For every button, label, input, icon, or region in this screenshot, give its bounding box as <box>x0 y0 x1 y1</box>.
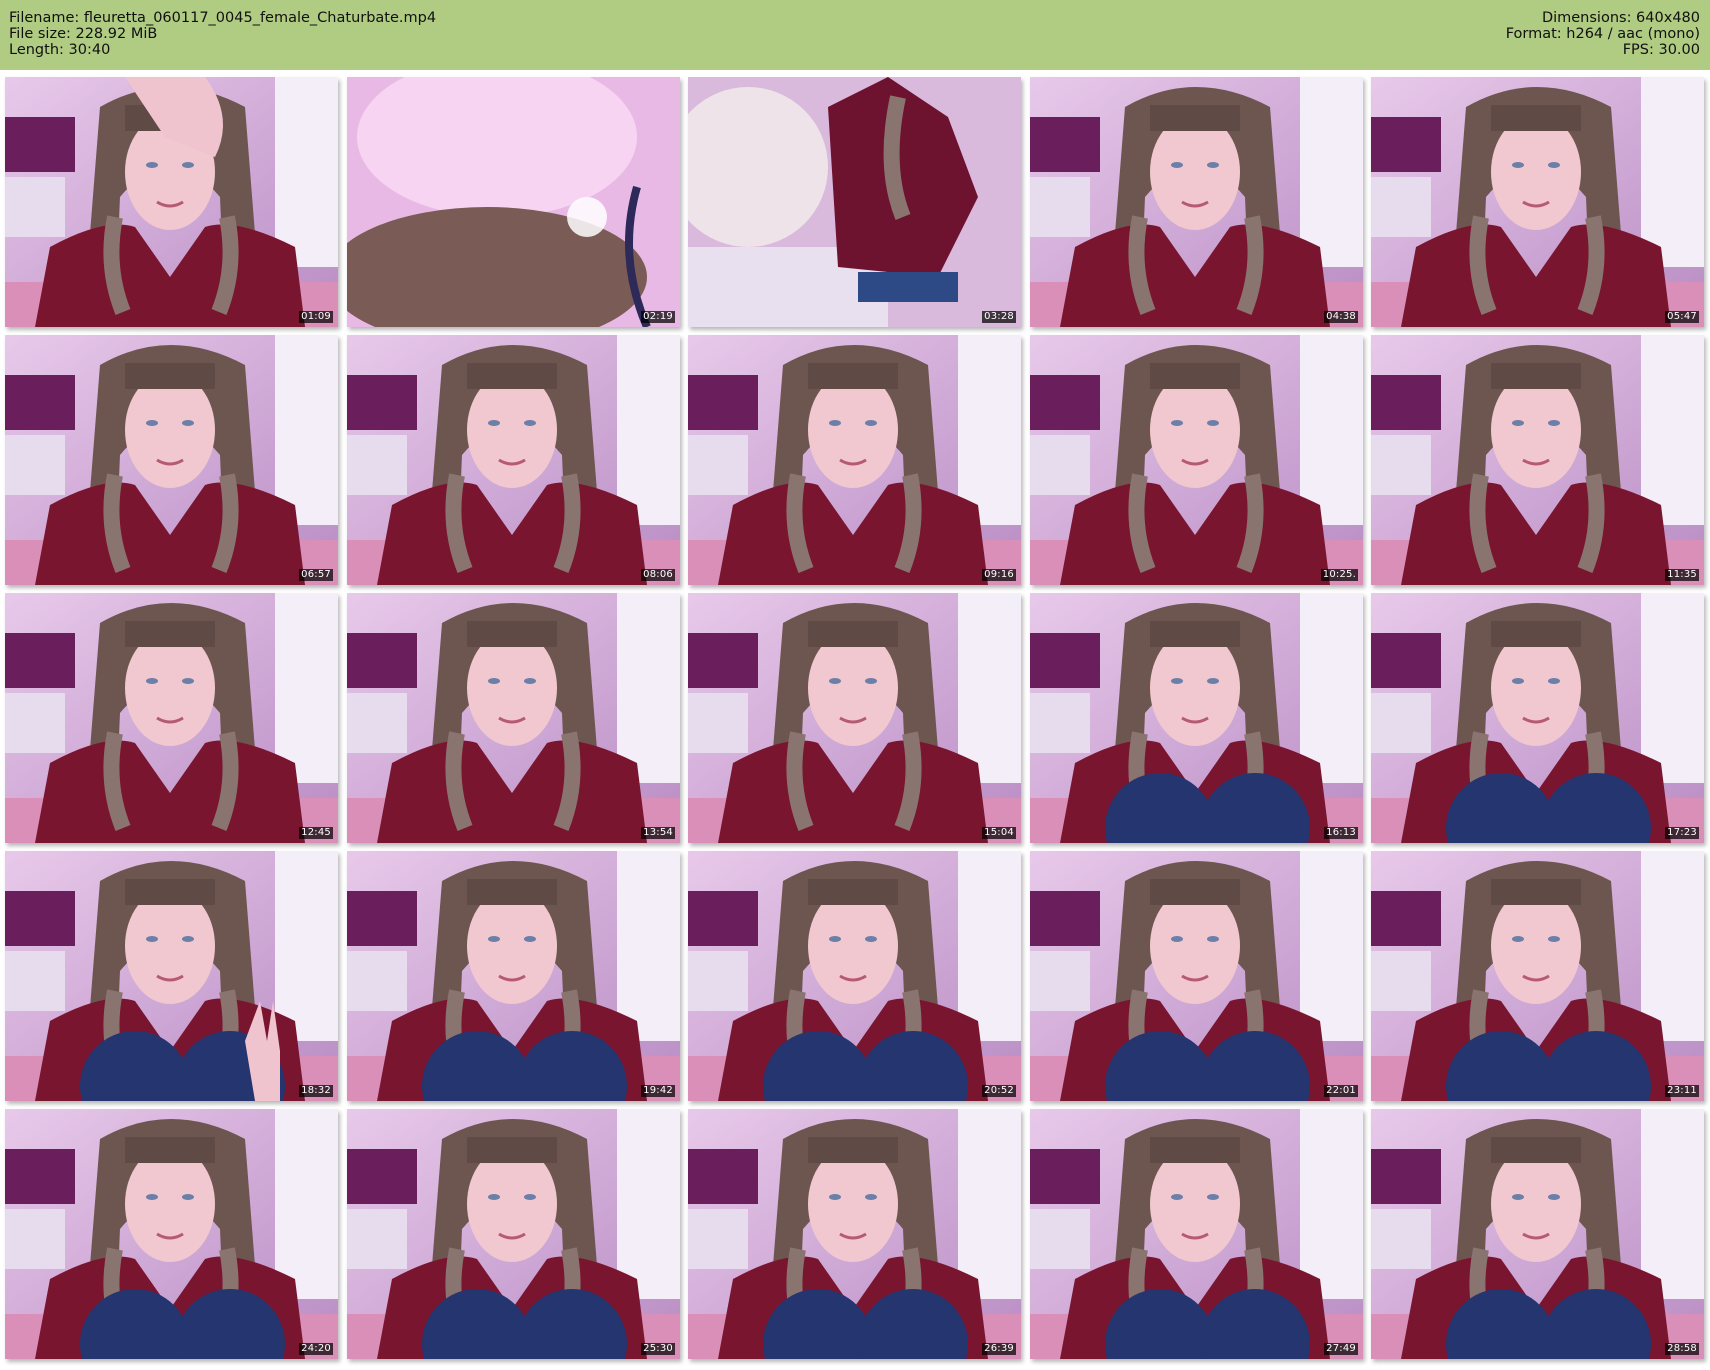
length-text: Length: 30:40 <box>9 42 111 58</box>
thumbnail-image <box>347 335 680 585</box>
format-text: Format: h264 / aac (mono) <box>1505 26 1700 42</box>
timestamp-label: 16:13 <box>1324 827 1358 839</box>
video-thumbnail: 18:32 <box>5 851 338 1101</box>
timestamp-label: 04:38 <box>1324 311 1358 323</box>
thumbnail-image <box>5 851 338 1101</box>
timestamp-label: 22:01 <box>1324 1085 1358 1097</box>
video-thumbnail: 09:16 <box>688 335 1021 585</box>
info-header: Filename: fleuretta_060117_0045_female_C… <box>0 0 1710 70</box>
thumbnail-image <box>1030 851 1363 1101</box>
fps-text: FPS: 30.00 <box>1622 42 1700 58</box>
timestamp-label: 06:57 <box>299 569 333 581</box>
video-thumbnail: 10:25. <box>1030 335 1363 585</box>
timestamp-label: 02:19 <box>641 311 675 323</box>
timestamp-label: 09:16 <box>982 569 1016 581</box>
thumbnail-image <box>347 593 680 843</box>
video-thumbnail: 04:38 <box>1030 77 1363 327</box>
video-thumbnail: 05:47 <box>1371 77 1704 327</box>
filename-text: Filename: fleuretta_060117_0045_female_C… <box>9 10 437 26</box>
thumbnail-image <box>347 77 680 327</box>
thumbnail-image <box>1030 1109 1363 1359</box>
thumbnail-image <box>688 335 1021 585</box>
timestamp-label: 17:23 <box>1665 827 1699 839</box>
filesize-text: File size: 228.92 MiB <box>9 26 158 42</box>
video-thumbnail: 13:54 <box>347 593 680 843</box>
timestamp-label: 13:54 <box>641 827 675 839</box>
video-thumbnail: 24:20 <box>5 1109 338 1359</box>
timestamp-label: 26:39 <box>982 1343 1016 1355</box>
video-thumbnail: 22:01 <box>1030 851 1363 1101</box>
thumbnail-image <box>688 1109 1021 1359</box>
thumbnail-image <box>1371 335 1704 585</box>
video-thumbnail: 19:42 <box>347 851 680 1101</box>
video-thumbnail: 26:39 <box>688 1109 1021 1359</box>
thumbnail-image <box>1030 77 1363 327</box>
video-thumbnail: 12:45 <box>5 593 338 843</box>
video-thumbnail: 08:06 <box>347 335 680 585</box>
timestamp-label: 24:20 <box>299 1343 333 1355</box>
video-thumbnail: 23:11 <box>1371 851 1704 1101</box>
thumbnail-image <box>5 1109 338 1359</box>
thumbnail-image <box>688 851 1021 1101</box>
thumbnail-grid: 01:09 02:19 03:28 04:38 05:47 06:57 08:0… <box>0 77 1710 1370</box>
thumbnail-image <box>347 851 680 1101</box>
timestamp-label: 15:04 <box>982 827 1016 839</box>
timestamp-label: 05:47 <box>1665 311 1699 323</box>
thumbnail-image <box>688 77 1021 327</box>
thumbnail-image <box>1371 77 1704 327</box>
timestamp-label: 25:30 <box>641 1343 675 1355</box>
video-thumbnail: 17:23 <box>1371 593 1704 843</box>
thumbnail-image <box>5 593 338 843</box>
timestamp-label: 10:25. <box>1320 569 1358 581</box>
thumbnail-image <box>1030 335 1363 585</box>
dimensions-text: Dimensions: 640x480 <box>1541 10 1700 26</box>
video-thumbnail: 27:49 <box>1030 1109 1363 1359</box>
timestamp-label: 03:28 <box>982 311 1016 323</box>
timestamp-label: 01:09 <box>299 311 333 323</box>
video-thumbnail: 11:35 <box>1371 335 1704 585</box>
timestamp-label: 19:42 <box>641 1085 675 1097</box>
video-thumbnail: 20:52 <box>688 851 1021 1101</box>
timestamp-label: 28:58 <box>1665 1343 1699 1355</box>
video-thumbnail: 25:30 <box>347 1109 680 1359</box>
thumbnail-image <box>1371 1109 1704 1359</box>
video-thumbnail: 03:28 <box>688 77 1021 327</box>
video-thumbnail: 06:57 <box>5 335 338 585</box>
thumbnail-image <box>1371 851 1704 1101</box>
timestamp-label: 08:06 <box>641 569 675 581</box>
timestamp-label: 20:52 <box>982 1085 1016 1097</box>
thumbnail-image <box>5 335 338 585</box>
file-info-left: Filename: fleuretta_060117_0045_female_C… <box>9 10 436 58</box>
timestamp-label: 27:49 <box>1324 1343 1358 1355</box>
timestamp-label: 12:45 <box>299 827 333 839</box>
thumbnail-image <box>1030 593 1363 843</box>
video-thumbnail: 01:09 <box>5 77 338 327</box>
video-thumbnail: 02:19 <box>347 77 680 327</box>
thumbnail-image <box>688 593 1021 843</box>
thumbnail-image <box>1371 593 1704 843</box>
thumbnail-image <box>5 77 338 327</box>
timestamp-label: 11:35 <box>1665 569 1699 581</box>
file-info-right: Dimensions: 640x480 Format: h264 / aac (… <box>1506 10 1700 58</box>
thumbnail-image <box>347 1109 680 1359</box>
timestamp-label: 23:11 <box>1665 1085 1699 1097</box>
video-thumbnail: 16:13 <box>1030 593 1363 843</box>
video-thumbnail: 15:04 <box>688 593 1021 843</box>
timestamp-label: 18:32 <box>299 1085 333 1097</box>
video-thumbnail: 28:58 <box>1371 1109 1704 1359</box>
